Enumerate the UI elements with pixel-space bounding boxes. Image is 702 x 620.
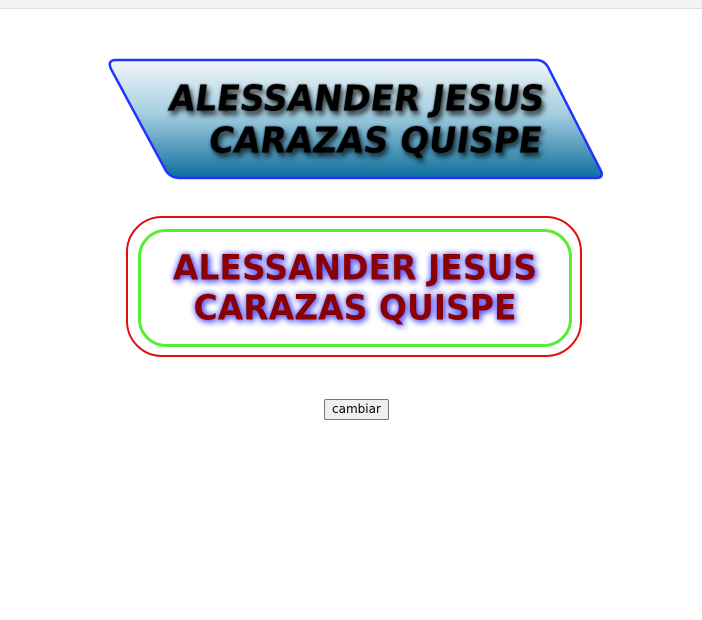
rounded-banner-line-1: ALESSANDER JESUS (172, 247, 538, 288)
rounded-banner-line-2: CARAZAS QUISPE (193, 287, 517, 328)
skewed-banner-line-1: ALESSANDER JESUS (166, 78, 548, 120)
change-button[interactable]: cambiar (324, 399, 389, 420)
rounded-banner: ALESSANDER JESUS CARAZAS QUISPE (138, 229, 572, 347)
skewed-banner-text: ALESSANDER JESUS CARAZAS QUISPE (144, 78, 576, 162)
skewed-banner-line-2: CARAZAS QUISPE (206, 120, 545, 162)
